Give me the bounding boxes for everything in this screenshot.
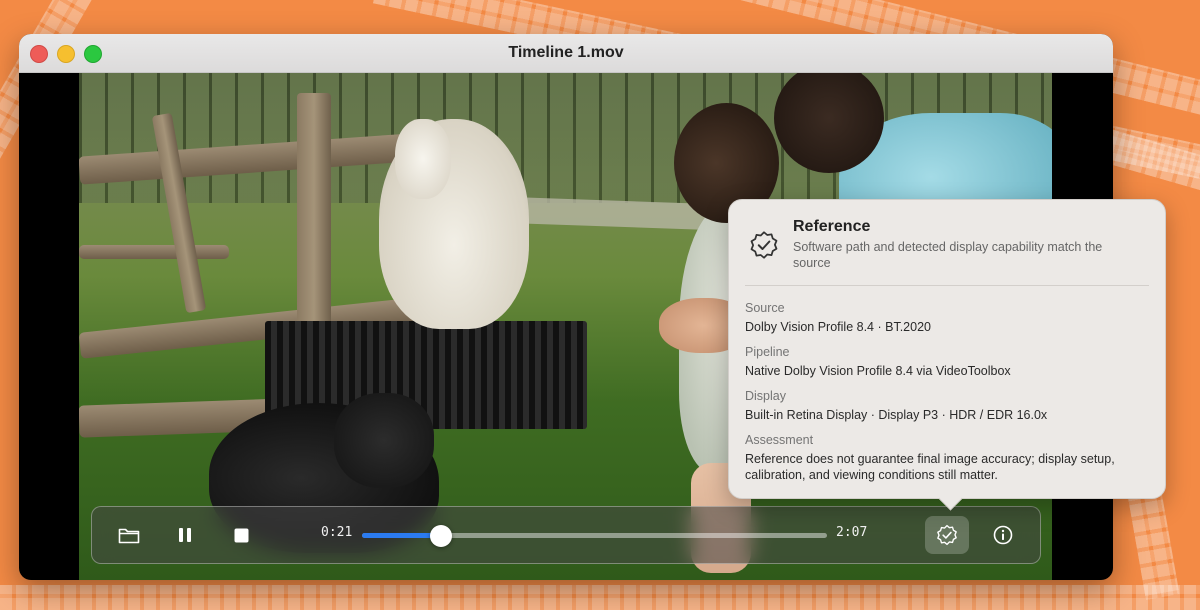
source-label: Source <box>745 301 785 315</box>
pause-icon <box>179 528 191 542</box>
zoom-window-button[interactable] <box>84 45 102 63</box>
assessment-value: Reference does not guarantee final image… <box>745 452 1115 482</box>
pause-button[interactable] <box>170 520 200 550</box>
seek-bar[interactable] <box>362 525 827 547</box>
display-value: Built-in Retina Display · Display P3 · H… <box>745 408 1048 422</box>
playback-controls: 0:21 2:07 <box>91 506 1041 564</box>
close-window-button[interactable] <box>30 45 48 63</box>
folder-icon <box>118 528 140 544</box>
info-icon <box>993 525 1013 545</box>
reference-popover: Reference Software path and detected dis… <box>728 199 1166 499</box>
assessment-label: Assessment <box>745 433 814 447</box>
popover-subtitle: Software path and detected display capab… <box>793 240 1103 270</box>
title-bar: Timeline 1.mov <box>19 34 1113 73</box>
window-title: Timeline 1.mov <box>508 44 624 61</box>
minimize-window-button[interactable] <box>57 45 75 63</box>
info-button[interactable] <box>988 520 1018 550</box>
checkmark-seal-icon <box>750 231 778 259</box>
stop-icon <box>234 528 248 542</box>
pipeline-label: Pipeline <box>745 345 790 359</box>
stop-button[interactable] <box>226 520 256 550</box>
pipeline-value: Native Dolby Vision Profile 8.4 via Vide… <box>745 364 1011 378</box>
display-label: Display <box>745 389 786 403</box>
window-controls <box>30 45 102 63</box>
source-value: Dolby Vision Profile 8.4 · BT.2020 <box>745 320 931 334</box>
current-time: 0:21 <box>321 525 353 540</box>
checkmark-seal-icon <box>937 524 957 546</box>
reference-status-button[interactable] <box>925 516 969 554</box>
popover-divider <box>745 285 1149 286</box>
duration: 2:07 <box>836 525 868 540</box>
open-file-button[interactable] <box>114 520 144 550</box>
popover-title: Reference <box>793 218 871 235</box>
seek-knob[interactable] <box>430 525 453 547</box>
